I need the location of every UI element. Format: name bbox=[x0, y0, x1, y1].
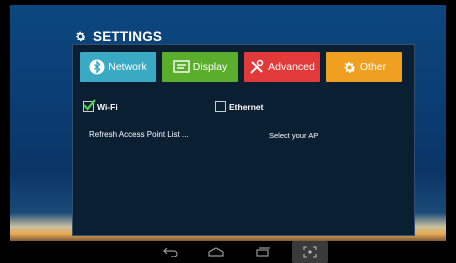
back-button[interactable] bbox=[160, 245, 182, 259]
page-title: SETTINGS bbox=[93, 28, 163, 44]
bluetooth-icon bbox=[89, 59, 105, 75]
settings-screen: SETTINGS Network Display Advanced Other … bbox=[10, 5, 446, 241]
tab-network-label: Network bbox=[108, 61, 147, 73]
gear-icon bbox=[342, 60, 357, 75]
tab-display[interactable]: Display bbox=[162, 52, 238, 82]
recent-apps-button[interactable] bbox=[252, 245, 274, 259]
checkmark-icon bbox=[83, 99, 96, 111]
refresh-access-point-list[interactable]: Refresh Access Point List ... bbox=[89, 130, 189, 139]
recent-apps-icon bbox=[256, 247, 270, 257]
tab-network[interactable]: Network bbox=[80, 52, 156, 82]
ethernet-checkbox[interactable]: Ethernet bbox=[215, 101, 263, 112]
tab-other-label: Other bbox=[359, 61, 387, 73]
home-icon bbox=[208, 247, 224, 257]
wifi-label: Wi-Fi bbox=[97, 101, 118, 112]
tab-advanced[interactable]: Advanced bbox=[244, 52, 320, 82]
screenshot-icon bbox=[303, 246, 317, 258]
tab-display-label: Display bbox=[192, 61, 228, 73]
tab-other[interactable]: Other bbox=[326, 52, 402, 82]
page-header: SETTINGS bbox=[74, 27, 162, 45]
home-button[interactable] bbox=[205, 245, 227, 259]
display-icon bbox=[173, 60, 190, 74]
screenshot-button[interactable] bbox=[292, 241, 328, 263]
gear-icon bbox=[76, 31, 86, 41]
settings-panel: Network Display Advanced Other Wi-Fi Eth… bbox=[72, 44, 415, 236]
wifi-checkbox[interactable]: Wi-Fi bbox=[83, 99, 118, 112]
ethernet-label: Ethernet bbox=[229, 101, 264, 112]
back-icon bbox=[163, 247, 178, 257]
select-ap-label[interactable]: Select your AP bbox=[269, 131, 318, 140]
tab-advanced-label: Advanced bbox=[268, 61, 315, 73]
checkbox-box bbox=[83, 99, 96, 112]
category-tabs: Network Display Advanced Other bbox=[80, 52, 402, 82]
system-navigation-bar bbox=[0, 241, 456, 263]
checkbox-box bbox=[215, 101, 226, 112]
tools-icon bbox=[249, 59, 265, 75]
